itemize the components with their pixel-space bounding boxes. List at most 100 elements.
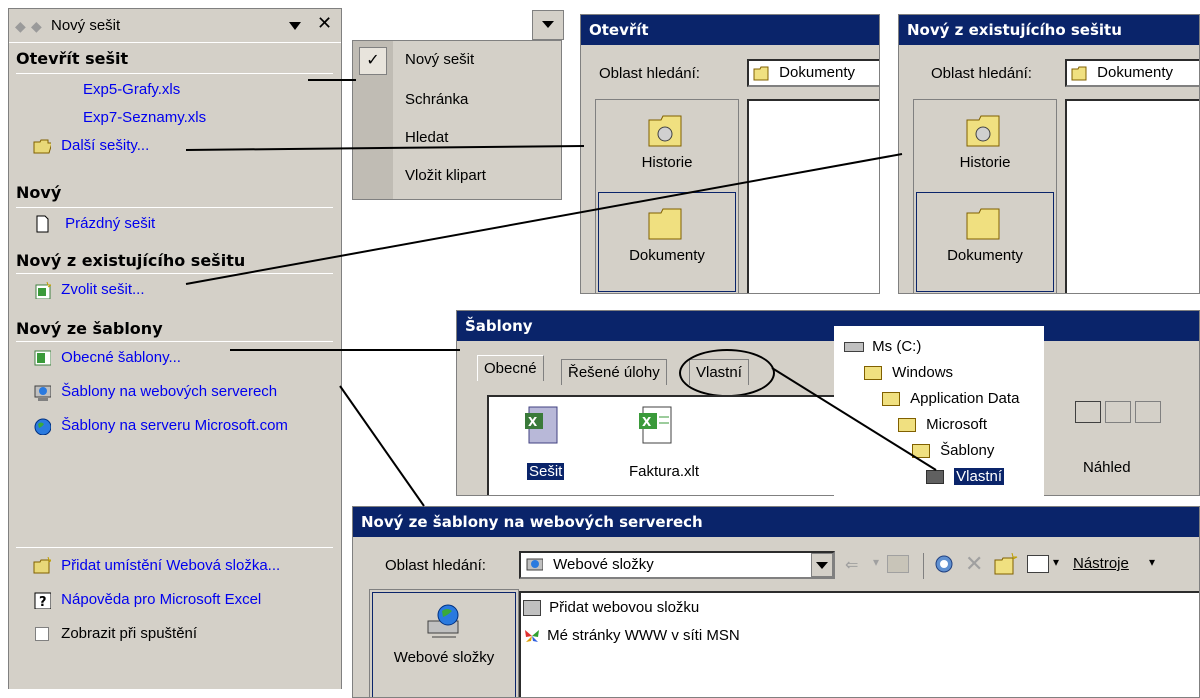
add-web-folder-label: Přidat umístění Webová složka... [61, 557, 281, 574]
add-web-folder-entry[interactable]: Přidat webovou složku [523, 599, 699, 617]
globe-icon [34, 418, 51, 436]
place-history[interactable]: Historie [916, 110, 1054, 192]
folder-icon [882, 392, 900, 407]
existing-dialog: Nový z existujícího sešitu Oblast hledán… [898, 14, 1200, 294]
show-at-startup-option[interactable]: Zobrazit při spuštění [35, 625, 197, 642]
svg-text:?: ? [39, 595, 47, 609]
close-icon[interactable]: ✕ [317, 13, 332, 34]
pane-menu-dropdown-icon[interactable] [287, 19, 303, 33]
file-invoice-template[interactable]: Faktura.xlt [629, 463, 699, 480]
web-templates-item[interactable]: Šablony na webových serverech [33, 383, 278, 402]
existing-file-list[interactable] [1065, 99, 1199, 293]
tree-item-custom[interactable]: Vlastní [926, 468, 1005, 485]
back-arrow-icon[interactable]: ⇐ [845, 555, 858, 575]
section-header-template: Nový ze šablony [16, 319, 163, 338]
web-folders-place-icon [427, 604, 459, 638]
add-web-folder-item[interactable]: Přidat umístění Webová složka... [33, 557, 280, 575]
template-icon [34, 350, 51, 366]
place-documents[interactable]: Dokumenty [598, 192, 736, 292]
place-history[interactable]: Historie [598, 110, 736, 192]
web-file-list[interactable]: Přidat webovou složku Mé stránky WWW v s… [519, 591, 1199, 697]
tab-general[interactable]: Obecné [477, 355, 544, 381]
folder-icon [864, 366, 882, 381]
tools-menu[interactable]: Nástroje [1073, 555, 1129, 572]
delete-icon[interactable]: ✕ [965, 551, 983, 577]
svg-text:X: X [528, 415, 538, 429]
web-lookin-combo[interactable]: Webové složky [519, 551, 835, 579]
web-places-bar: Webové složky [369, 589, 519, 697]
drive-icon [844, 342, 864, 353]
help-icon: ? [34, 592, 51, 610]
task-pane: ◆ ◆ Nový sešit ✕ Otevřít sešit Exp5-Graf… [8, 8, 342, 689]
menu-dropdown-button[interactable] [532, 10, 564, 40]
place-documents[interactable]: Dokumenty [916, 192, 1054, 292]
more-workbooks-item[interactable]: Další sešity... [33, 137, 149, 155]
open-folder-icon [33, 139, 51, 154]
blank-document-icon [36, 215, 49, 233]
pane-switch-menu: ✓ Nový sešit Schránka Hledat Vložit klip… [352, 40, 562, 200]
tree-item-appdata[interactable]: Application Data [882, 390, 1019, 407]
microsoft-templates-item[interactable]: Šablony na serveru Microsoft.com [33, 417, 341, 436]
web-templates-dialog: Nový ze šablony na webových serverech Ob… [352, 506, 1200, 698]
place-history-label: Historie [959, 154, 1011, 171]
place-documents-label: Dokumenty [629, 247, 705, 264]
file-workbook[interactable]: Sešit [527, 463, 565, 480]
new-folder-icon[interactable] [993, 553, 1019, 577]
msn-pages-entry[interactable]: Mé stránky WWW v síti MSN [523, 627, 740, 645]
open-file-list[interactable] [747, 99, 879, 293]
folder-icon [753, 66, 769, 81]
folder-icon [1071, 66, 1087, 81]
tree-item-windows[interactable]: Windows [864, 364, 953, 381]
show-at-startup-label: Zobrazit při spuštění [61, 625, 198, 642]
tools-dropdown-icon[interactable]: ▾ [1149, 555, 1155, 569]
existing-lookin-combo[interactable]: Dokumenty [1065, 59, 1199, 87]
folder-icon [898, 418, 916, 433]
excel-template-icon: X [639, 406, 672, 444]
folder-tree: Ms (C:) Windows Application Data Microso… [834, 326, 1044, 496]
menu-item-insert-clipart[interactable]: Vložit klipart [353, 157, 561, 195]
views-dropdown-icon[interactable]: ▾ [1053, 555, 1059, 569]
tree-item-drive[interactable]: Ms (C:) [844, 338, 921, 355]
general-templates-item[interactable]: Obecné šablony... [33, 349, 181, 367]
web-lookin-value: Webové složky [553, 556, 654, 573]
templates-dialog: Šablony Obecné Řešené úlohy Vlastní X Se… [456, 310, 1200, 496]
list-view-button[interactable] [1105, 401, 1131, 423]
blank-workbook-item[interactable]: Prázdný sešit [33, 215, 155, 233]
up-folder-icon[interactable] [887, 555, 909, 573]
existing-places-bar: Historie Dokumenty [913, 99, 1057, 293]
msn-butterfly-icon [525, 630, 539, 643]
open-lookin-combo[interactable]: Dokumenty [747, 59, 879, 87]
web-lookin-label: Oblast hledání: [385, 557, 486, 574]
views-icon[interactable] [1027, 555, 1049, 573]
help-item[interactable]: ? Nápověda pro Microsoft Excel [33, 591, 261, 610]
open-lookin-label: Oblast hledání: [599, 65, 700, 82]
recent-file-1[interactable]: Exp5-Grafy.xls [83, 81, 180, 98]
web-dialog-title: Nový ze šablony na webových serverech [353, 507, 1199, 537]
lookin-dropdown-button[interactable] [811, 553, 833, 577]
choose-workbook-item[interactable]: Zvolit sešit... [33, 281, 145, 300]
tree-item-templates[interactable]: Šablony [912, 442, 994, 459]
details-view-button[interactable] [1135, 401, 1161, 423]
section-divider [16, 341, 333, 342]
existing-lookin-label: Oblast hledání: [931, 65, 1032, 82]
history-folder-icon [966, 115, 1000, 147]
large-icons-view-button[interactable] [1075, 401, 1101, 423]
back-arrow-icon[interactable]: ◆ [15, 18, 26, 35]
web-templates-label: Šablony na webových serverech [61, 383, 278, 400]
search-web-icon[interactable] [933, 553, 957, 577]
menu-item-search[interactable]: Hledat [353, 119, 561, 157]
place-documents-label: Dokumenty [947, 247, 1023, 264]
tree-item-microsoft[interactable]: Microsoft [898, 416, 987, 433]
templates-dialog-title: Šablony [457, 311, 1199, 341]
tab-solved-tasks[interactable]: Řešené úlohy [561, 359, 667, 385]
footer-divider [16, 547, 333, 548]
templates-file-area[interactable]: X Sešit X Faktura.xlt [487, 395, 847, 495]
place-web-folders[interactable]: Webové složky [372, 592, 516, 697]
show-at-startup-checkbox[interactable] [35, 627, 49, 642]
back-dropdown-icon[interactable]: ▾ [873, 555, 879, 569]
forward-arrow-icon[interactable]: ◆ [31, 18, 42, 35]
recent-file-2[interactable]: Exp7-Seznamy.xls [83, 109, 206, 126]
menu-item-clipboard[interactable]: Schránka [353, 81, 561, 119]
open-lookin-value: Dokumenty [779, 64, 856, 81]
menu-item-new-workbook[interactable]: Nový sešit [353, 41, 561, 79]
